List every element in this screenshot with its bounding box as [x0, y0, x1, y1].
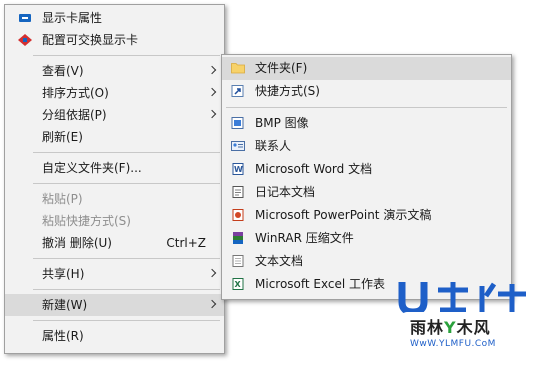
watermark-site-name: 雨林Y木风 [410, 314, 525, 337]
submenu-item-bmp[interactable]: BMP 图像 [222, 112, 511, 135]
menu-item-new[interactable]: 新建(W) [5, 294, 224, 316]
text-document-icon [232, 255, 244, 267]
menu-item-label: 日记本文档 [255, 185, 316, 199]
menu-item-label: 属性(R) [42, 329, 84, 343]
menu-separator [33, 152, 220, 153]
menu-item-label: 快捷方式(S) [255, 84, 320, 98]
contact-card-icon [231, 141, 245, 151]
submenu-item-winrar[interactable]: WinRAR 压缩文件 [222, 227, 511, 250]
menu-item-paste-shortcut: 粘贴快捷方式(S) [5, 210, 224, 232]
watermark-site-part2: 木风 [456, 318, 491, 337]
menu-item-view[interactable]: 查看(V) [5, 60, 224, 82]
menu-separator [33, 258, 220, 259]
intel-graphics-icon [19, 14, 31, 22]
submenu-item-contact[interactable]: 联系人 [222, 135, 511, 158]
menu-item-label: 粘贴快捷方式(S) [42, 214, 131, 228]
menu-separator [33, 55, 220, 56]
menu-item-group-by[interactable]: 分组依据(P) [5, 104, 224, 126]
menu-item-label: 粘贴(P) [42, 192, 83, 206]
menu-item-paste: 粘贴(P) [5, 188, 224, 210]
watermark-y-mark: Y [444, 318, 457, 337]
keyboard-shortcut: Ctrl+Z [166, 236, 206, 250]
menu-item-refresh[interactable]: 刷新(E) [5, 126, 224, 148]
watermark-url: WwW.YLMFU.CoM [410, 339, 496, 349]
submenu-item-word[interactable]: W Microsoft Word 文档 [222, 158, 511, 181]
menu-separator [33, 289, 220, 290]
watermark-site-part1: 雨林 [410, 318, 445, 337]
submenu-item-journal[interactable]: 日记本文档 [222, 181, 511, 204]
shortcut-arrow-icon [231, 85, 244, 97]
chevron-right-icon [207, 268, 217, 278]
menu-item-label: Microsoft Excel 工作表 [255, 277, 386, 291]
menu-item-label: WinRAR 压缩文件 [255, 231, 354, 245]
menu-item-label: 查看(V) [42, 64, 84, 78]
menu-item-label: 显示卡属性 [42, 11, 103, 25]
svg-text:X: X [235, 280, 242, 289]
menu-item-label: 文本文档 [255, 254, 304, 268]
word-document-icon: W [232, 163, 244, 175]
menu-separator [226, 107, 507, 108]
menu-item-label: 联系人 [255, 139, 292, 153]
menu-item-sort-by[interactable]: 排序方式(O) [5, 82, 224, 104]
journal-document-icon [232, 186, 244, 198]
menu-item-customize-folder[interactable]: 自定义文件夹(F)... [5, 157, 224, 179]
submenu-item-powerpoint[interactable]: Microsoft PowerPoint 演示文稿 [222, 204, 511, 227]
menu-item-label: 文件夹(F) [255, 61, 308, 75]
menu-item-label: 刷新(E) [42, 130, 83, 144]
menu-item-share[interactable]: 共享(H) [5, 263, 224, 285]
menu-item-properties[interactable]: 属性(R) [5, 325, 224, 347]
submenu-item-folder[interactable]: 文件夹(F) [222, 57, 511, 80]
chevron-right-icon [207, 299, 217, 309]
powerpoint-document-icon [232, 209, 244, 221]
menu-item-label: 配置可交换显示卡 [42, 33, 139, 47]
excel-spreadsheet-icon: X [232, 278, 244, 290]
menu-item-label: 新建(W) [42, 298, 88, 312]
menu-item-undo-delete[interactable]: 撤消 删除(U) Ctrl+Z [5, 232, 224, 254]
menu-item-label: 排序方式(O) [42, 86, 109, 100]
menu-item-label: 撤消 删除(U) [42, 236, 112, 250]
menu-item-display-settings[interactable]: 显示卡属性 [5, 7, 224, 29]
menu-separator [33, 183, 220, 184]
menu-item-label: 分组依据(P) [42, 108, 107, 122]
folder-icon [231, 63, 245, 74]
desktop-context-menu: 显示卡属性 配置可交换显示卡 查看(V) 排序方式(O) 分组依据(P) 刷新(… [4, 4, 225, 354]
submenu-item-text[interactable]: 文本文档 [222, 250, 511, 273]
menu-item-label: Microsoft PowerPoint 演示文稿 [255, 208, 432, 222]
chevron-right-icon [207, 65, 217, 75]
svg-text:W: W [234, 165, 243, 174]
winrar-archive-icon [233, 232, 243, 244]
menu-item-gpu-config[interactable]: 配置可交换显示卡 [5, 29, 224, 51]
chevron-right-icon [207, 109, 217, 119]
menu-item-label: 共享(H) [42, 267, 85, 281]
menu-item-label: 自定义文件夹(F)... [42, 161, 142, 175]
menu-separator [33, 320, 220, 321]
amd-graphics-icon [18, 34, 32, 46]
menu-item-label: BMP 图像 [255, 116, 309, 130]
new-submenu: 文件夹(F) 快捷方式(S) BMP 图像 联系人 W Microsoft Wo… [221, 54, 512, 300]
watermark-logo [398, 282, 526, 316]
submenu-item-shortcut[interactable]: 快捷方式(S) [222, 80, 511, 103]
menu-item-label: Microsoft Word 文档 [255, 162, 373, 176]
image-file-icon [231, 117, 244, 129]
chevron-right-icon [207, 87, 217, 97]
